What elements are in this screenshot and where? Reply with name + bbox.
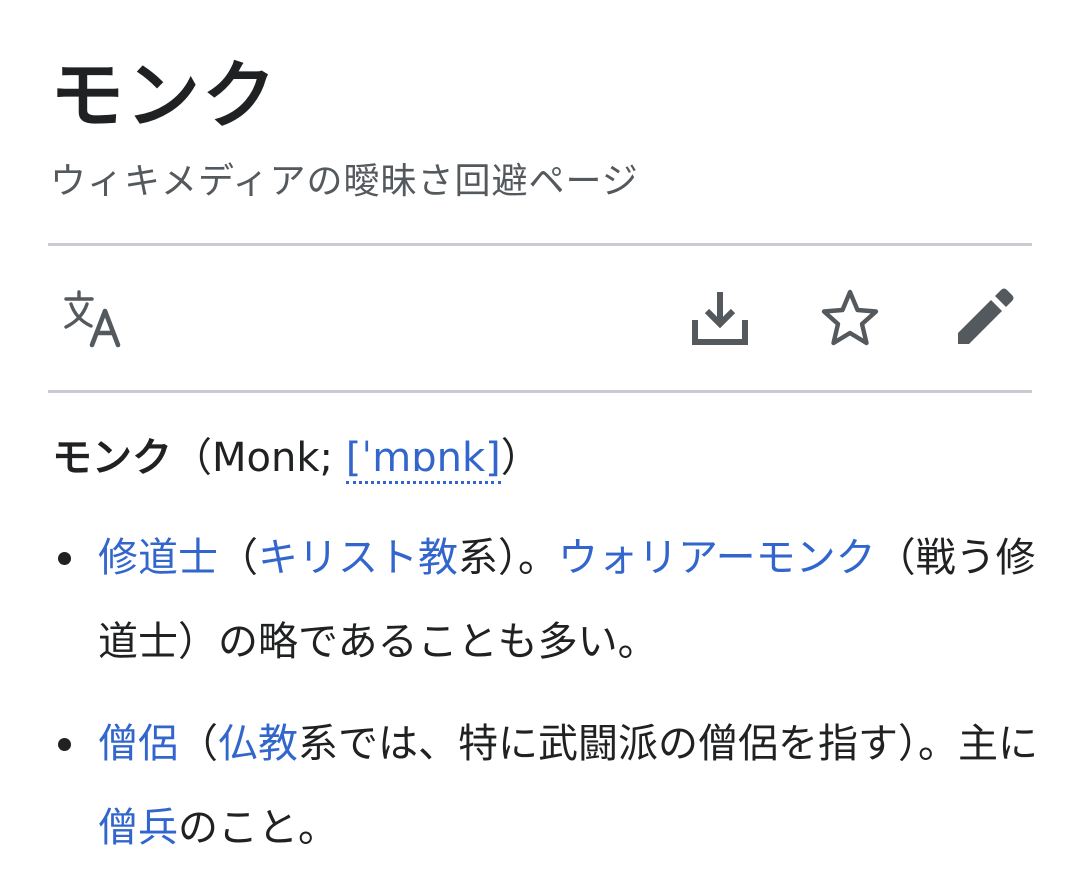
list-item: 修道士（キリスト教系）。ウォリアーモンク（戦う修道士）の略であることも多い。 bbox=[52, 516, 1040, 684]
lead-term: モンク bbox=[52, 435, 172, 481]
download-icon[interactable] bbox=[688, 286, 752, 350]
meaning-list: 修道士（キリスト教系）。ウォリアーモンク（戦う修道士）の略であることも多い。 僧… bbox=[52, 516, 1040, 870]
item-text: 系では、特に武闘派の僧侶を指す）。主に bbox=[298, 721, 1038, 767]
link-souhei[interactable]: 僧兵 bbox=[98, 805, 178, 851]
language-icon[interactable] bbox=[62, 286, 126, 350]
ipa-pronunciation-link[interactable]: [ˈmɒnk] bbox=[345, 435, 501, 484]
link-buddhism[interactable]: 仏教 bbox=[218, 721, 298, 767]
link-warrior-monk[interactable]: ウォリアーモンク bbox=[558, 535, 876, 581]
lead-paragraph: モンク（Monk; [ˈmɒnk]） bbox=[52, 420, 1040, 496]
lead-open-paren: （ bbox=[172, 435, 212, 481]
divider bbox=[48, 390, 1032, 393]
edit-icon[interactable] bbox=[952, 286, 1016, 350]
page-subtitle: ウィキメディアの曖昧さ回避ページ bbox=[50, 161, 639, 202]
item-text: （ bbox=[218, 535, 258, 581]
link-shudoushi[interactable]: 修道士 bbox=[98, 535, 218, 581]
star-icon[interactable] bbox=[818, 286, 882, 350]
item-text: 系）。 bbox=[458, 535, 558, 581]
item-text: （ bbox=[178, 721, 218, 767]
article-content: モンク（Monk; [ˈmɒnk]） 修道士（キリスト教系）。ウォリアーモンク（… bbox=[52, 420, 1040, 882]
link-christianity[interactable]: キリスト教 bbox=[258, 535, 458, 581]
item-text: のこと。 bbox=[178, 805, 338, 851]
page-actions-toolbar bbox=[48, 246, 1032, 390]
link-souryo[interactable]: 僧侶 bbox=[98, 721, 178, 767]
list-item: 僧侶（仏教系では、特に武闘派の僧侶を指す）。主に僧兵のこと。 bbox=[52, 702, 1040, 870]
lead-close-paren: ） bbox=[500, 435, 541, 481]
lead-english: Monk; bbox=[212, 435, 346, 481]
page-title: モンク bbox=[50, 53, 278, 139]
